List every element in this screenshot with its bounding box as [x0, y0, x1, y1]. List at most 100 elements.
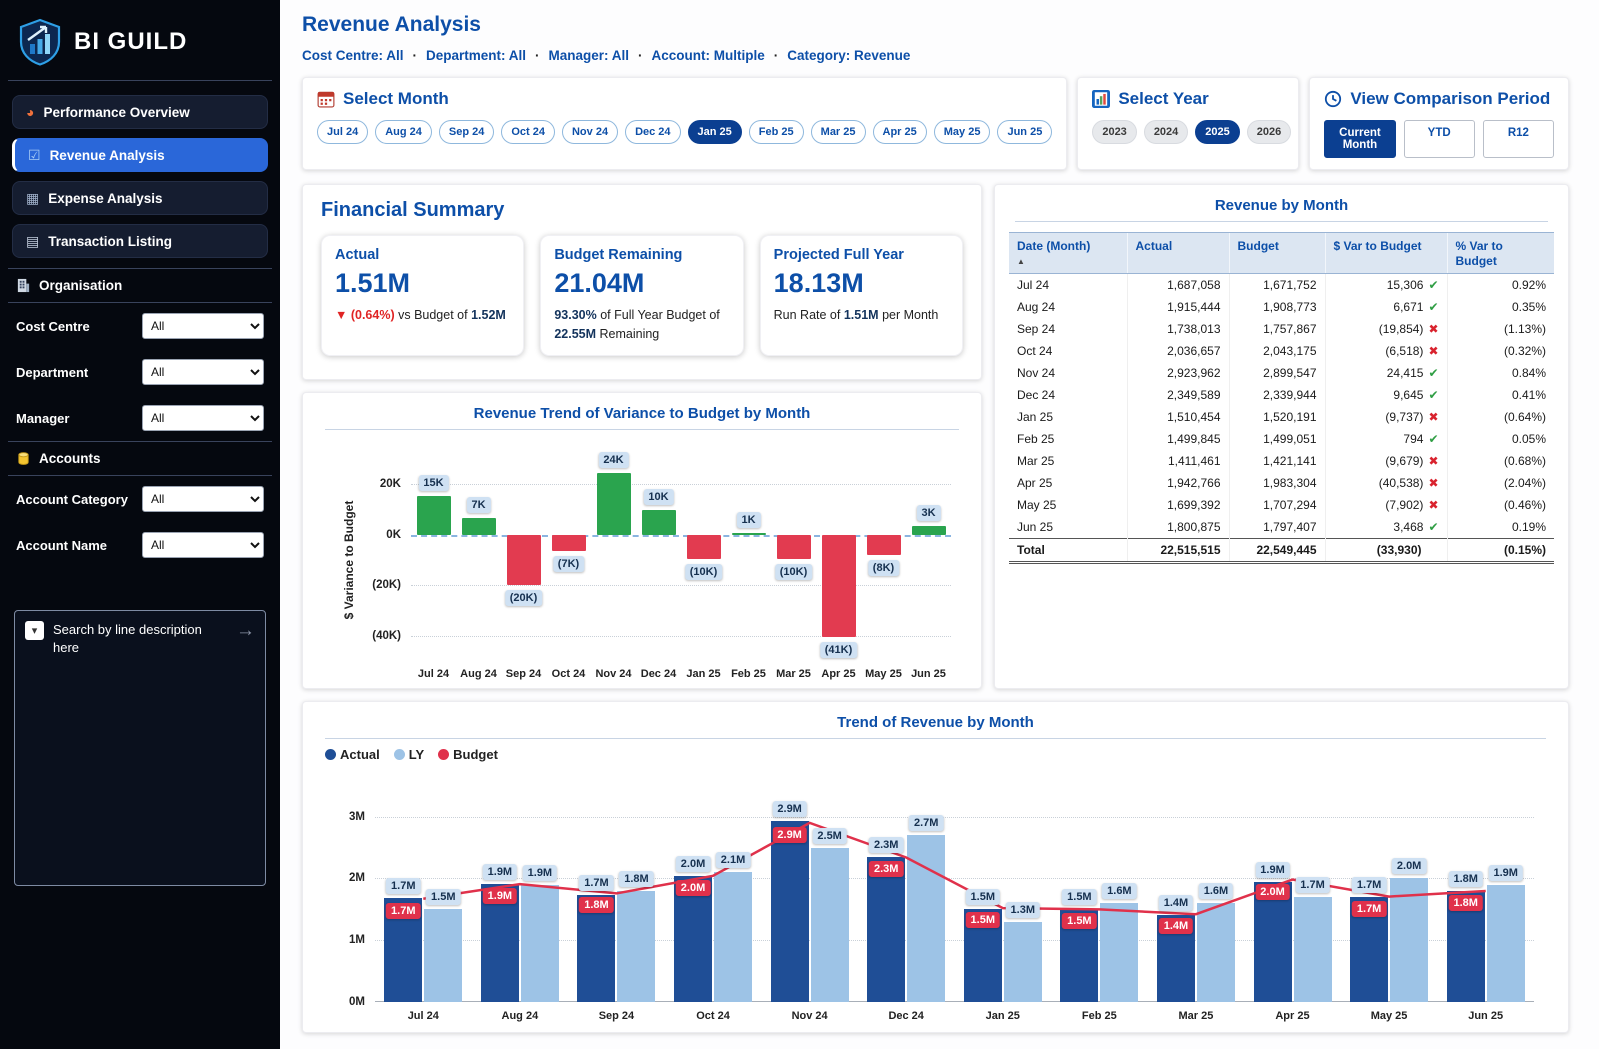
bar-data-label: 7K [466, 497, 490, 513]
filter-select-account-category[interactable]: All [142, 486, 264, 512]
variance-bar-nov-24[interactable] [597, 473, 631, 535]
month-pill-apr-25[interactable]: Apr 25 [873, 120, 927, 144]
table-row[interactable]: Feb 251,499,8451,499,051794✔0.05% [1009, 428, 1554, 450]
filter-label-account-name: Account Name [16, 538, 107, 553]
checkbox-icon: ☑ [28, 148, 41, 162]
y-tick-label: 2M [349, 872, 365, 884]
table-row[interactable]: Jan 251,510,4541,520,191(9,737)✖(0.64%) [1009, 406, 1554, 428]
table-cell: Jun 25 [1009, 516, 1127, 539]
variance-bar-aug-24[interactable] [462, 518, 496, 535]
comparison-current-month[interactable]: Current Month [1324, 120, 1395, 158]
month-pill-may-25[interactable]: May 25 [934, 120, 991, 144]
table-total-row[interactable]: Total22,515,51522,549,445(33,930)(0.15%) [1009, 539, 1554, 563]
table-cell: 1,942,766 [1127, 472, 1229, 494]
table-row[interactable]: Apr 251,942,7661,983,304(40,538)✖(2.04%) [1009, 472, 1554, 494]
variance-bar-jun-25[interactable] [912, 526, 946, 535]
select-month-card: Select Month Jul 24 Aug 24 Sep 24 Oct 24 Nov… [302, 77, 1067, 170]
variance-bar-oct-24[interactable] [552, 535, 586, 551]
comparison-ytd[interactable]: YTD [1404, 120, 1475, 158]
month-pill-mar-25[interactable]: Mar 25 [811, 120, 866, 144]
column-header-var-pct[interactable]: % Var to Budget [1447, 233, 1554, 274]
month-pill-oct-24[interactable]: Oct 24 [501, 120, 555, 144]
year-pill-2026[interactable]: 2026 [1247, 120, 1291, 144]
kpi-subtext-value: 93.30% [554, 308, 596, 322]
table-row[interactable]: Dec 242,349,5892,339,9449,645✔0.41% [1009, 384, 1554, 406]
bar-chart-icon [1092, 90, 1110, 108]
y-tick-label: 0K [386, 529, 401, 541]
sidebar-item-revenue-analysis[interactable]: ☑ Revenue Analysis [12, 138, 268, 172]
check-icon: ✔ [1428, 366, 1438, 380]
table-row[interactable]: Mar 251,411,4611,421,141(9,679)✖(0.68%) [1009, 450, 1554, 472]
comparison-r12[interactable]: R12 [1483, 120, 1554, 158]
column-header-budget[interactable]: Budget [1229, 233, 1325, 274]
variance-bar-jul-24[interactable] [417, 496, 451, 535]
year-pill-2024[interactable]: 2024 [1144, 120, 1188, 144]
variance-bar-may-25[interactable] [867, 535, 901, 555]
year-pill-2025[interactable]: 2025 [1195, 120, 1239, 144]
variance-bar-feb-25[interactable] [732, 533, 766, 535]
variance-bar-sep-24[interactable] [507, 535, 541, 585]
select-month-title: Select Month [343, 89, 449, 109]
table-row[interactable]: Oct 242,036,6572,043,175(6,518)✖(0.32%) [1009, 340, 1554, 362]
month-pill-aug-24[interactable]: Aug 24 [375, 120, 432, 144]
month-pill-dec-24[interactable]: Dec 24 [625, 120, 680, 144]
x-axis-label: Sep 24 [501, 668, 546, 680]
sidebar-item-transaction-listing[interactable]: ▤Transaction Listing [12, 224, 268, 258]
revenue-table-card: Revenue by Month Date (Month)▲ Actual Bu… [994, 184, 1569, 689]
table-cell: 1,738,013 [1127, 318, 1229, 340]
gridline [411, 636, 951, 637]
table-cell: 1,983,304 [1229, 472, 1325, 494]
table-row[interactable]: Nov 242,923,9622,899,54724,415✔0.84% [1009, 362, 1554, 384]
table-row[interactable]: May 251,699,3921,707,294(7,902)✖(0.46%) [1009, 494, 1554, 516]
table-cell: 1,499,051 [1229, 428, 1325, 450]
table-row[interactable]: Jul 241,687,0581,671,75215,306✔0.92% [1009, 274, 1554, 297]
filter-select-department[interactable]: All [142, 359, 264, 385]
select-year-header: Select Year [1092, 89, 1284, 109]
filter-select-account-name[interactable]: All [142, 532, 264, 558]
x-axis-label: Oct 24 [665, 1010, 762, 1022]
month-pill-sep-24[interactable]: Sep 24 [439, 120, 494, 144]
budget-line [375, 792, 1534, 1002]
x-axis-label: Apr 25 [816, 668, 861, 680]
trend-chart-card: Trend of Revenue by Month ActualLYBudget… [302, 701, 1569, 1033]
table-row[interactable]: Aug 241,915,4441,908,7736,671✔0.35% [1009, 296, 1554, 318]
month-pill-jun-25[interactable]: Jun 25 [997, 120, 1052, 144]
table-row[interactable]: Jun 251,800,8751,797,4073,468✔0.19% [1009, 516, 1554, 539]
variance-bar-mar-25[interactable] [777, 535, 811, 559]
ly-data-label: 2.5M [812, 828, 846, 844]
year-pill-2023[interactable]: 2023 [1092, 120, 1136, 144]
nav-item-label: Revenue Analysis [50, 148, 165, 163]
breadcrumb-separator: · [638, 48, 643, 63]
sidebar-item-performance-overview[interactable]: ◕Performance Overview [12, 95, 268, 129]
legend-budget: Budget [438, 747, 498, 762]
table-cell: (7,902)✖ [1325, 494, 1447, 516]
table-cell: Apr 25 [1009, 472, 1127, 494]
filter-label-department: Department [16, 365, 88, 380]
search-input[interactable]: ▾ Search by line description here → [25, 621, 255, 656]
breadcrumb-separator: · [535, 48, 540, 63]
table-cell: 2,899,547 [1229, 362, 1325, 384]
month-pill-feb-25[interactable]: Feb 25 [749, 120, 804, 144]
variance-bar-dec-24[interactable] [642, 510, 676, 534]
budget-data-label: 2.9M [772, 827, 806, 843]
column-header-actual[interactable]: Actual [1127, 233, 1229, 274]
y-tick-label: 3M [349, 811, 365, 823]
table-cell: Jul 24 [1009, 274, 1127, 297]
table-row[interactable]: Sep 241,738,0131,757,867(19,854)✖(1.13%) [1009, 318, 1554, 340]
filter-select-cost-centre[interactable]: All [142, 313, 264, 339]
filter-select-manager[interactable]: All [142, 405, 264, 431]
month-pill-jul-24[interactable]: Jul 24 [317, 120, 368, 144]
column-header-var[interactable]: $ Var to Budget [1325, 233, 1447, 274]
variance-bar-jan-25[interactable] [687, 535, 721, 560]
sidebar-item-expense-analysis[interactable]: ▦Expense Analysis [12, 181, 268, 215]
table-cell: 22,549,445 [1229, 539, 1325, 563]
variance-bar-apr-25[interactable] [822, 535, 856, 637]
month-pill-nov-24[interactable]: Nov 24 [562, 120, 618, 144]
comparison-buttons: Current MonthYTDR12 [1324, 120, 1554, 158]
year-pills: 2023202420252026 [1092, 120, 1284, 144]
actual-data-label: 2.3M [869, 837, 903, 853]
column-header-date[interactable]: Date (Month)▲ [1009, 233, 1127, 274]
search-toggle-icon[interactable]: ▾ [25, 621, 44, 640]
month-pill-jan-25[interactable]: Jan 25 [688, 120, 742, 144]
search-submit-icon[interactable]: → [236, 621, 255, 640]
